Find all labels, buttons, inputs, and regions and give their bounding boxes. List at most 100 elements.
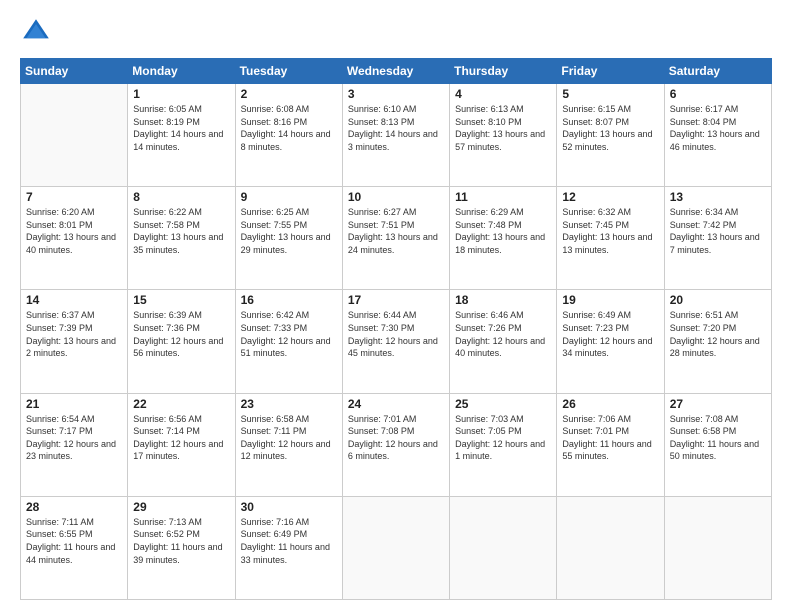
day-number: 9 xyxy=(241,190,337,204)
day-info: Sunrise: 7:03 AMSunset: 7:05 PMDaylight:… xyxy=(455,413,551,463)
calendar-cell: 10 Sunrise: 6:27 AMSunset: 7:51 PMDayligh… xyxy=(342,187,449,290)
day-number: 8 xyxy=(133,190,229,204)
calendar-cell: 17 Sunrise: 6:44 AMSunset: 7:30 PMDayligh… xyxy=(342,290,449,393)
day-number: 25 xyxy=(455,397,551,411)
calendar-cell: 16 Sunrise: 6:42 AMSunset: 7:33 PMDayligh… xyxy=(235,290,342,393)
day-number: 11 xyxy=(455,190,551,204)
day-number: 12 xyxy=(562,190,658,204)
day-number: 30 xyxy=(241,500,337,514)
day-info: Sunrise: 6:13 AMSunset: 8:10 PMDaylight:… xyxy=(455,103,551,153)
day-info: Sunrise: 6:51 AMSunset: 7:20 PMDaylight:… xyxy=(670,309,766,359)
calendar-week-3: 14Sunrise: 6:37 AMSunset: 7:39 PMDayligh… xyxy=(21,290,772,393)
day-info: Sunrise: 6:29 AMSunset: 7:48 PMDaylight:… xyxy=(455,206,551,256)
day-number: 6 xyxy=(670,87,766,101)
calendar-body: 1Sunrise: 6:05 AMSunset: 8:19 PMDaylight… xyxy=(21,84,772,600)
calendar-cell: 28Sunrise: 7:11 AMSunset: 6:55 PMDayligh… xyxy=(21,496,128,599)
calendar-cell: 29 Sunrise: 7:13 AMSunset: 6:52 PMDayligh… xyxy=(128,496,235,599)
day-number: 7 xyxy=(26,190,122,204)
calendar-header: SundayMondayTuesdayWednesdayThursdayFrid… xyxy=(21,59,772,84)
day-number: 10 xyxy=(348,190,444,204)
day-info: Sunrise: 6:42 AMSunset: 7:33 PMDaylight:… xyxy=(241,309,337,359)
day-number: 16 xyxy=(241,293,337,307)
day-info: Sunrise: 6:37 AMSunset: 7:39 PMDaylight:… xyxy=(26,309,122,359)
calendar-cell xyxy=(664,496,771,599)
logo-icon xyxy=(20,16,52,48)
day-info: Sunrise: 6:20 AMSunset: 8:01 PMDaylight:… xyxy=(26,206,122,256)
day-info: Sunrise: 6:58 AMSunset: 7:11 PMDaylight:… xyxy=(241,413,337,463)
day-number: 28 xyxy=(26,500,122,514)
calendar-cell: 7 Sunrise: 6:20 AMSunset: 8:01 PMDaylight… xyxy=(21,187,128,290)
day-number: 27 xyxy=(670,397,766,411)
day-info: Sunrise: 6:27 AMSunset: 7:51 PMDaylight:… xyxy=(348,206,444,256)
day-info: Sunrise: 6:56 AMSunset: 7:14 PMDaylight:… xyxy=(133,413,229,463)
day-info: Sunrise: 6:32 AMSunset: 7:45 PMDaylight:… xyxy=(562,206,658,256)
day-number: 5 xyxy=(562,87,658,101)
day-number: 19 xyxy=(562,293,658,307)
calendar-cell: 4 Sunrise: 6:13 AMSunset: 8:10 PMDaylight… xyxy=(450,84,557,187)
calendar-cell: 8Sunrise: 6:22 AMSunset: 7:58 PMDaylight… xyxy=(128,187,235,290)
calendar-cell: 18 Sunrise: 6:46 AMSunset: 7:26 PMDayligh… xyxy=(450,290,557,393)
calendar-cell: 25 Sunrise: 7:03 AMSunset: 7:05 PMDayligh… xyxy=(450,393,557,496)
calendar-cell: 9 Sunrise: 6:25 AMSunset: 7:55 PMDaylight… xyxy=(235,187,342,290)
calendar-cell: 26Sunrise: 7:06 AMSunset: 7:01 PMDayligh… xyxy=(557,393,664,496)
weekday-header-saturday: Saturday xyxy=(664,59,771,84)
calendar-cell: 15 Sunrise: 6:39 AMSunset: 7:36 PMDayligh… xyxy=(128,290,235,393)
weekday-header-thursday: Thursday xyxy=(450,59,557,84)
calendar-cell: 14Sunrise: 6:37 AMSunset: 7:39 PMDayligh… xyxy=(21,290,128,393)
calendar-cell xyxy=(557,496,664,599)
day-info: Sunrise: 6:25 AMSunset: 7:55 PMDaylight:… xyxy=(241,206,337,256)
calendar-cell: 23Sunrise: 6:58 AMSunset: 7:11 PMDayligh… xyxy=(235,393,342,496)
calendar-cell: 2Sunrise: 6:08 AMSunset: 8:16 PMDaylight… xyxy=(235,84,342,187)
day-number: 26 xyxy=(562,397,658,411)
page: SundayMondayTuesdayWednesdayThursdayFrid… xyxy=(0,0,792,612)
day-number: 4 xyxy=(455,87,551,101)
calendar-table: SundayMondayTuesdayWednesdayThursdayFrid… xyxy=(20,58,772,600)
calendar-cell xyxy=(21,84,128,187)
calendar-cell: 6 Sunrise: 6:17 AMSunset: 8:04 PMDaylight… xyxy=(664,84,771,187)
calendar-cell: 21 Sunrise: 6:54 AMSunset: 7:17 PMDayligh… xyxy=(21,393,128,496)
day-number: 24 xyxy=(348,397,444,411)
day-info: Sunrise: 6:34 AMSunset: 7:42 PMDaylight:… xyxy=(670,206,766,256)
weekday-header-sunday: Sunday xyxy=(21,59,128,84)
day-info: Sunrise: 6:08 AMSunset: 8:16 PMDaylight:… xyxy=(241,103,337,153)
calendar-cell: 24 Sunrise: 7:01 AMSunset: 7:08 PMDayligh… xyxy=(342,393,449,496)
day-info: Sunrise: 7:16 AMSunset: 6:49 PMDaylight:… xyxy=(241,516,337,566)
day-info: Sunrise: 7:08 AMSunset: 6:58 PMDaylight:… xyxy=(670,413,766,463)
calendar-cell: 1Sunrise: 6:05 AMSunset: 8:19 PMDaylight… xyxy=(128,84,235,187)
day-number: 13 xyxy=(670,190,766,204)
calendar-week-2: 7 Sunrise: 6:20 AMSunset: 8:01 PMDaylight… xyxy=(21,187,772,290)
day-info: Sunrise: 7:13 AMSunset: 6:52 PMDaylight:… xyxy=(133,516,229,566)
weekday-row: SundayMondayTuesdayWednesdayThursdayFrid… xyxy=(21,59,772,84)
weekday-header-tuesday: Tuesday xyxy=(235,59,342,84)
day-info: Sunrise: 6:17 AMSunset: 8:04 PMDaylight:… xyxy=(670,103,766,153)
day-number: 29 xyxy=(133,500,229,514)
calendar-cell xyxy=(450,496,557,599)
calendar-cell: 30 Sunrise: 7:16 AMSunset: 6:49 PMDayligh… xyxy=(235,496,342,599)
day-number: 15 xyxy=(133,293,229,307)
calendar-cell xyxy=(342,496,449,599)
weekday-header-wednesday: Wednesday xyxy=(342,59,449,84)
day-info: Sunrise: 6:44 AMSunset: 7:30 PMDaylight:… xyxy=(348,309,444,359)
calendar-week-1: 1Sunrise: 6:05 AMSunset: 8:19 PMDaylight… xyxy=(21,84,772,187)
calendar-cell: 20 Sunrise: 6:51 AMSunset: 7:20 PMDayligh… xyxy=(664,290,771,393)
day-info: Sunrise: 6:15 AMSunset: 8:07 PMDaylight:… xyxy=(562,103,658,153)
calendar-cell: 13 Sunrise: 6:34 AMSunset: 7:42 PMDayligh… xyxy=(664,187,771,290)
calendar-cell: 11 Sunrise: 6:29 AMSunset: 7:48 PMDayligh… xyxy=(450,187,557,290)
weekday-header-monday: Monday xyxy=(128,59,235,84)
day-number: 21 xyxy=(26,397,122,411)
day-number: 18 xyxy=(455,293,551,307)
day-number: 22 xyxy=(133,397,229,411)
calendar-week-5: 28Sunrise: 7:11 AMSunset: 6:55 PMDayligh… xyxy=(21,496,772,599)
day-number: 1 xyxy=(133,87,229,101)
logo xyxy=(20,16,56,48)
day-info: Sunrise: 6:54 AMSunset: 7:17 PMDaylight:… xyxy=(26,413,122,463)
calendar-cell: 3Sunrise: 6:10 AMSunset: 8:13 PMDaylight… xyxy=(342,84,449,187)
day-info: Sunrise: 6:46 AMSunset: 7:26 PMDaylight:… xyxy=(455,309,551,359)
day-number: 17 xyxy=(348,293,444,307)
day-info: Sunrise: 7:01 AMSunset: 7:08 PMDaylight:… xyxy=(348,413,444,463)
day-info: Sunrise: 6:49 AMSunset: 7:23 PMDaylight:… xyxy=(562,309,658,359)
day-info: Sunrise: 6:39 AMSunset: 7:36 PMDaylight:… xyxy=(133,309,229,359)
calendar-cell: 22 Sunrise: 6:56 AMSunset: 7:14 PMDayligh… xyxy=(128,393,235,496)
day-number: 3 xyxy=(348,87,444,101)
day-number: 20 xyxy=(670,293,766,307)
